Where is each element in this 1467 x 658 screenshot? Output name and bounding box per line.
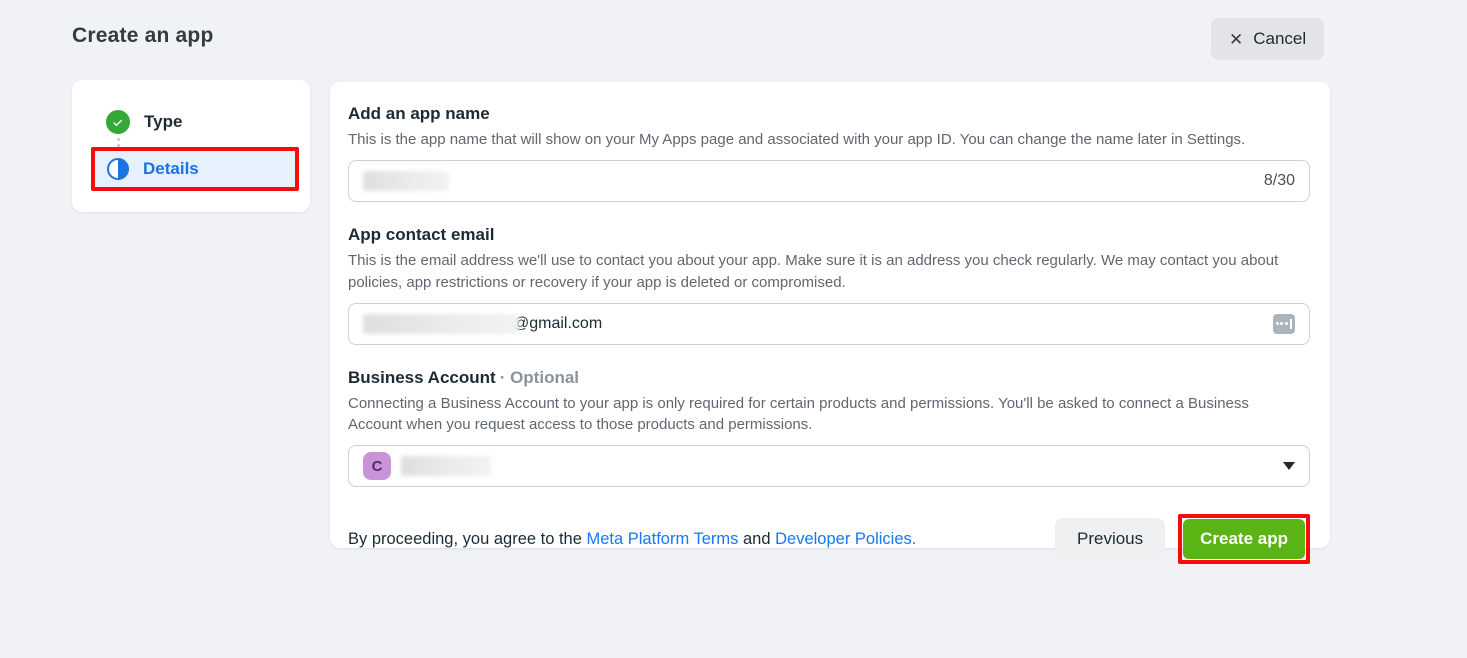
cancel-button[interactable]: ✕ Cancel [1211,18,1324,60]
autofill-extension-icon[interactable] [1273,314,1295,334]
check-icon [106,110,130,134]
cancel-button-label: Cancel [1253,29,1306,49]
business-avatar: C [363,452,391,480]
business-account-section: Business Account· Optional Connecting a … [348,368,1310,488]
app-name-input[interactable]: 8/30 [348,160,1310,202]
contact-email-label: App contact email [348,225,1310,245]
step-connector-dot [117,138,120,141]
close-icon: ✕ [1229,31,1243,48]
contact-email-description: This is the email address we'll use to c… [348,250,1288,293]
create-app-form-panel: Add an app name This is the app name tha… [330,82,1330,548]
business-account-description: Connecting a Business Account to your ap… [348,393,1288,436]
app-name-section: Add an app name This is the app name tha… [348,104,1310,202]
annotation-box-details: Details [91,147,299,191]
step-type-label: Type [144,112,182,132]
email-visible-text: @gmail.com [513,315,602,333]
redacted-business-name [401,456,491,476]
developer-policies-link[interactable]: Developer Policies. [775,530,916,548]
business-account-label: Business Account· Optional [348,368,1310,388]
app-name-description: This is the app name that will show on y… [348,129,1288,150]
form-footer: By proceeding, you agree to the Meta Pla… [348,514,1310,564]
optional-label: · Optional [500,368,579,387]
previous-button[interactable]: Previous [1055,518,1165,560]
contact-email-input[interactable]: @gmail.com [348,303,1310,345]
app-name-label: Add an app name [348,104,1310,124]
steps-sidebar: Type Details [72,80,310,212]
sidebar-item-type[interactable]: Type [106,110,182,134]
page-title: Create an app [72,24,213,48]
char-counter: 8/30 [1264,172,1295,190]
sidebar-item-details[interactable]: Details [143,159,199,179]
chevron-down-icon [1283,462,1295,470]
create-app-button[interactable]: Create app [1183,519,1305,559]
agreement-text: By proceeding, you agree to the Meta Pla… [348,530,916,549]
redacted-app-name-value [363,171,449,191]
annotation-box-create-app: Create app [1178,514,1310,564]
meta-platform-terms-link[interactable]: Meta Platform Terms [587,530,739,548]
contact-email-section: App contact email This is the email addr… [348,225,1310,345]
business-account-select[interactable]: C [348,445,1310,487]
redacted-email-value [363,314,519,334]
half-progress-icon [107,158,129,180]
